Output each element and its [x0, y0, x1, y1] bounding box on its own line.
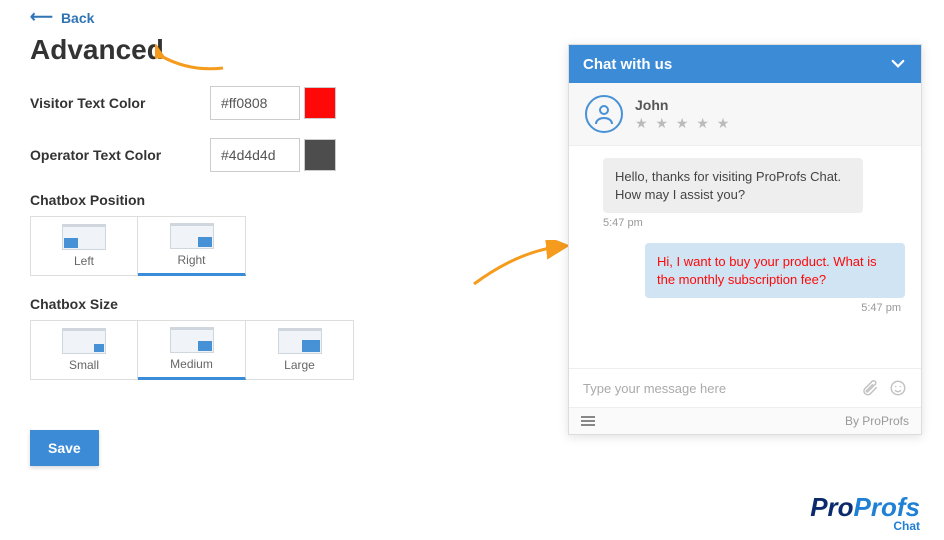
size-thumb-large-icon: [278, 328, 322, 354]
position-options: Left Right: [30, 216, 510, 276]
chat-operator-bar: John ★ ★ ★ ★ ★: [569, 83, 921, 146]
visitor-color-swatch[interactable]: [304, 87, 336, 119]
size-option-large[interactable]: Large: [246, 320, 354, 380]
chat-preview: Chat with us John ★ ★ ★ ★ ★ Hello, thank…: [568, 44, 922, 435]
message-timestamp: 5:47 pm: [589, 302, 901, 314]
position-option-label: Right: [177, 253, 205, 267]
size-thumb-medium-icon: [170, 327, 214, 353]
operator-color-row: Operator Text Color: [30, 138, 510, 172]
attachment-icon[interactable]: [861, 379, 879, 397]
chat-input-placeholder: Type your message here: [583, 381, 851, 396]
brand-a: Pro: [810, 492, 853, 522]
size-option-small[interactable]: Small: [30, 320, 138, 380]
chat-footer: By ProProfs: [569, 407, 921, 434]
avatar-icon: [585, 95, 623, 133]
back-arrow-icon: ⟵: [30, 10, 53, 26]
position-label: Chatbox Position: [30, 192, 510, 208]
position-option-left[interactable]: Left: [30, 216, 138, 276]
chat-footer-credit: By ProProfs: [845, 414, 909, 428]
operator-name: John: [635, 97, 731, 113]
chat-header-title: Chat with us: [583, 56, 672, 73]
back-link[interactable]: ⟵ Back: [30, 10, 510, 26]
size-thumb-small-icon: [62, 328, 106, 354]
chat-body: Hello, thanks for visiting ProProfs Chat…: [569, 146, 921, 368]
message-visitor: Hi, I want to buy your product. What is …: [645, 243, 905, 298]
page-title: Advanced: [30, 34, 510, 66]
position-thumb-left-icon: [62, 224, 106, 250]
brand-logo: ProProfs Chat: [810, 494, 920, 532]
position-option-right[interactable]: Right: [138, 216, 246, 276]
size-option-label: Large: [284, 358, 315, 372]
settings-panel: ⟵ Back Advanced Visitor Text Color Opera…: [30, 10, 510, 466]
size-option-medium[interactable]: Medium: [138, 320, 246, 380]
visitor-color-label: Visitor Text Color: [30, 95, 210, 111]
size-option-label: Small: [69, 358, 99, 372]
operator-color-input[interactable]: [210, 138, 300, 172]
size-label: Chatbox Size: [30, 296, 510, 312]
operator-color-label: Operator Text Color: [30, 147, 210, 163]
visitor-color-input[interactable]: [210, 86, 300, 120]
save-button[interactable]: Save: [30, 430, 99, 466]
rating-stars[interactable]: ★ ★ ★ ★ ★: [635, 115, 731, 132]
back-label: Back: [61, 10, 94, 26]
message-timestamp: 5:47 pm: [603, 217, 901, 229]
chat-input-bar[interactable]: Type your message here: [569, 368, 921, 407]
menu-icon[interactable]: [581, 416, 595, 426]
visitor-color-row: Visitor Text Color: [30, 86, 510, 120]
position-option-label: Left: [74, 254, 94, 268]
position-thumb-right-icon: [170, 223, 214, 249]
operator-color-swatch[interactable]: [304, 139, 336, 171]
chevron-down-icon: [889, 55, 907, 73]
size-options: Small Medium Large: [30, 320, 510, 380]
emoji-icon[interactable]: [889, 379, 907, 397]
size-option-label: Medium: [170, 357, 213, 371]
chat-header[interactable]: Chat with us: [569, 45, 921, 83]
message-operator: Hello, thanks for visiting ProProfs Chat…: [603, 158, 863, 213]
brand-b: Profs: [854, 492, 920, 522]
operator-meta: John ★ ★ ★ ★ ★: [635, 97, 731, 132]
